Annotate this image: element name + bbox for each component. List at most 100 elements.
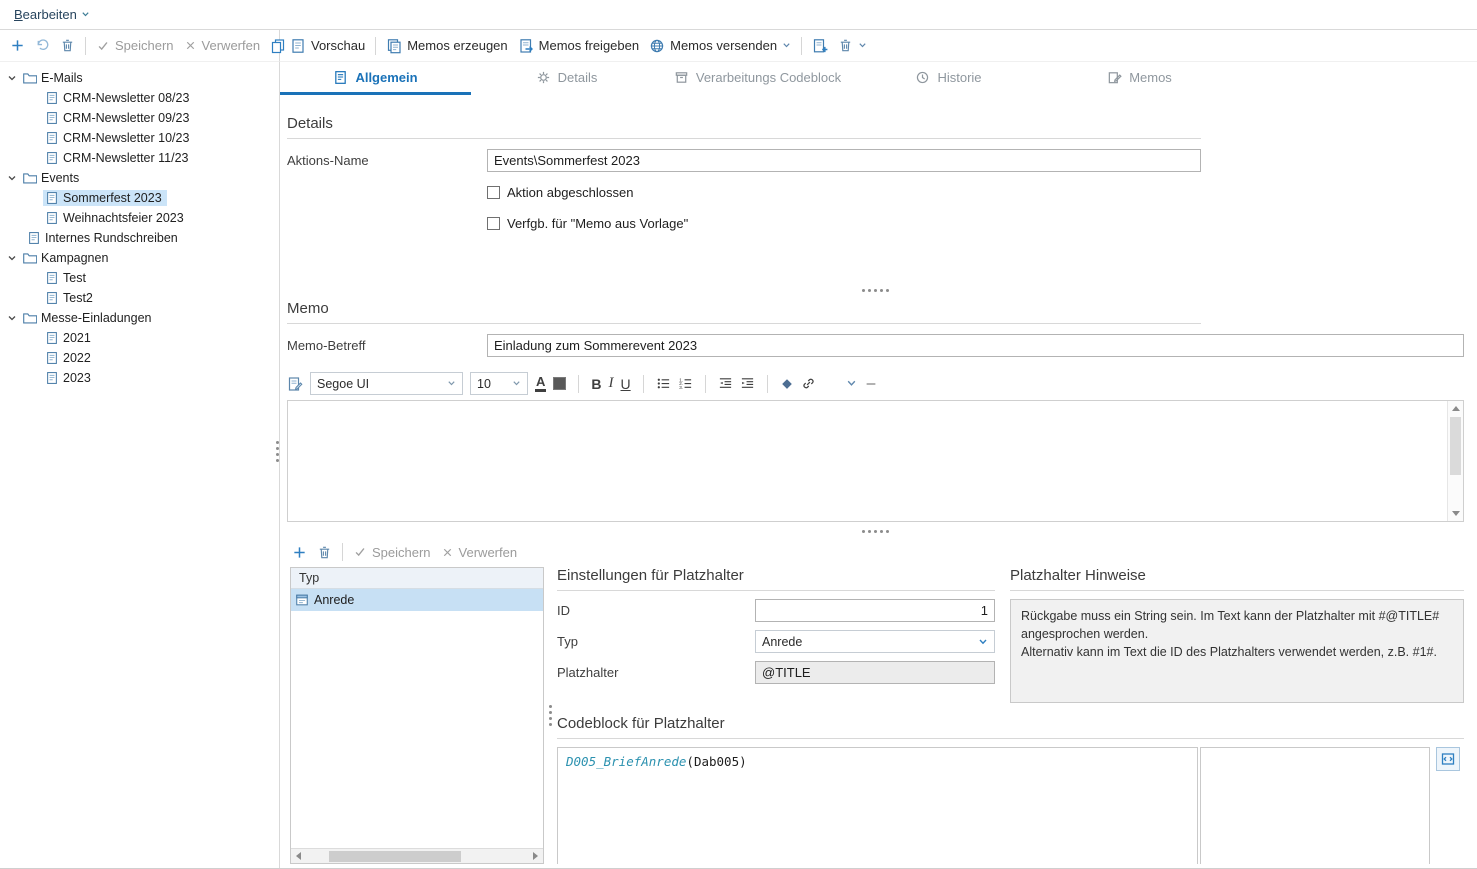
edit-mode-icon[interactable] (287, 376, 303, 392)
hints-text-box: Rückgabe muss ein String sein. Im Text k… (1010, 599, 1464, 703)
editor-scrollbar[interactable] (1447, 401, 1463, 521)
tree-item-test2[interactable]: Test2 (0, 288, 279, 308)
chevron-down-icon[interactable] (7, 73, 19, 83)
tree-item-kampagnen[interactable]: Kampagnen (0, 248, 279, 268)
memo-body-editor[interactable] (287, 400, 1464, 522)
discard-button[interactable]: Verwerfen (179, 35, 266, 56)
platzhalter-input[interactable] (755, 661, 995, 684)
section-divider (557, 738, 1464, 739)
memos-erzeugen-button[interactable]: Memos erzeugen (381, 35, 512, 57)
highlight-color-button[interactable] (553, 377, 566, 390)
more-options-chevron-icon[interactable] (846, 378, 857, 389)
memos-versenden-button[interactable]: Memos versenden (644, 35, 796, 57)
tree-item-sommerfest-2023-selected[interactable]: Sommerfest 2023 (0, 188, 279, 208)
tab-historie[interactable]: Historie (853, 62, 1044, 95)
placeholder-settings: Einstellungen für Platzhalter ID Typ Anr… (557, 567, 995, 703)
tree-item-messe-einladungen[interactable]: Messe-Einladungen (0, 308, 279, 328)
placeholder-hints: Platzhalter Hinweise Rückgabe muss ein S… (1010, 567, 1464, 703)
tree-item-2023[interactable]: 2023 (0, 368, 279, 388)
scroll-down-icon[interactable] (1448, 506, 1463, 521)
details-splitter-handle[interactable] (287, 289, 1464, 292)
tree-item-crm-newsletter-0923[interactable]: CRM-Newsletter 09/23 (0, 108, 279, 128)
aktion-abgeschlossen-checkbox[interactable] (487, 186, 500, 199)
tree-item-test[interactable]: Test (0, 268, 279, 288)
chevron-down-icon[interactable] (7, 313, 19, 323)
delete-button[interactable] (55, 35, 80, 56)
tree-item-2022[interactable]: 2022 (0, 348, 279, 368)
numbered-list-icon[interactable]: 1.2.3. (678, 376, 693, 391)
tab-memos[interactable]: Memos (1044, 62, 1235, 95)
scrollbar-thumb[interactable] (329, 851, 461, 862)
plus-icon (292, 545, 307, 560)
undo-button[interactable] (30, 35, 55, 56)
richtext-toolbar: Segoe UI 10 A B I U 1.2.3. (287, 371, 1464, 396)
placeholder-splitter-handle[interactable] (544, 567, 557, 864)
sidebar-splitter-handle[interactable] (276, 441, 279, 462)
check-icon (353, 545, 367, 559)
chevron-down-icon[interactable] (7, 253, 19, 263)
tree-item-events[interactable]: Events (0, 168, 279, 188)
tree-item-crm-newsletter-0823[interactable]: CRM-Newsletter 08/23 (0, 88, 279, 108)
add-button[interactable] (5, 35, 30, 56)
placeholder-list[interactable]: Typ Anrede (290, 567, 544, 864)
memo-betreff-input[interactable] (487, 334, 1464, 357)
plus-icon (10, 38, 25, 53)
tree-item-internes-rundschreiben[interactable]: Internes Rundschreiben (0, 228, 279, 248)
codeblock-side-pane[interactable] (1200, 747, 1430, 864)
close-icon (441, 546, 454, 559)
save-placeholder-button[interactable]: Speichern (348, 542, 436, 563)
tab-label: Allgemein (355, 70, 417, 85)
memos-freigeben-button[interactable]: Memos freigeben (513, 35, 644, 57)
toolbar-separator (342, 543, 343, 561)
codeblock-editor[interactable]: D005_BriefAnrede(Dab005) (557, 747, 1198, 864)
tree-item-crm-newsletter-1123[interactable]: CRM-Newsletter 11/23 (0, 148, 279, 168)
tree-item-crm-newsletter-1023[interactable]: CRM-Newsletter 10/23 (0, 128, 279, 148)
id-input[interactable] (755, 599, 995, 622)
font-color-button[interactable]: A (535, 375, 546, 393)
minimize-toolbar-icon[interactable] (864, 377, 878, 391)
link-icon[interactable] (801, 376, 816, 391)
italic-button[interactable]: I (609, 375, 614, 392)
scroll-left-icon[interactable] (291, 849, 306, 863)
memo-section-title: Memo (287, 300, 1464, 317)
hint-line: Alternativ kann im Text die ID des Platz… (1021, 643, 1453, 661)
tree-item-label: CRM-Newsletter 11/23 (63, 151, 189, 165)
tree-item-2021[interactable]: 2021 (0, 328, 279, 348)
tree-item-weihnachtsfeier-2023[interactable]: Weihnachtsfeier 2023 (0, 208, 279, 228)
aktions-name-input[interactable] (487, 149, 1201, 172)
tab-details[interactable]: Details (471, 62, 662, 95)
placeholder-detail-panel: Einstellungen für Platzhalter ID Typ Anr… (557, 567, 1464, 864)
delete-menu-button[interactable] (833, 35, 872, 56)
chevron-down-icon[interactable] (7, 173, 19, 183)
tree-item-emails[interactable]: E-Mails (0, 68, 279, 88)
memo-splitter-handle[interactable] (287, 530, 1464, 533)
font-size-select[interactable]: 10 (470, 372, 528, 395)
tab-verarbeitungs-codeblock[interactable]: Verarbeitungs Codeblock (662, 62, 853, 95)
add-document-button[interactable] (807, 35, 833, 57)
list-horizontal-scrollbar[interactable] (291, 848, 543, 863)
merge-field-icon[interactable] (780, 377, 794, 391)
tab-allgemein[interactable]: Allgemein (280, 62, 471, 95)
scroll-right-icon[interactable] (528, 849, 543, 863)
placeholder-row-anrede[interactable]: Anrede (291, 589, 543, 611)
general-document-icon (333, 70, 348, 85)
typ-select[interactable]: Anrede (755, 630, 995, 653)
save-button[interactable]: Speichern (91, 35, 179, 56)
bullet-list-icon[interactable] (656, 376, 671, 391)
application-window: Bearbeiten Speichern (0, 0, 1477, 869)
menu-bearbeiten[interactable]: Bearbeiten (8, 5, 96, 24)
discard-placeholder-button[interactable]: Verwerfen (436, 542, 523, 563)
add-placeholder-button[interactable] (287, 542, 312, 563)
outdent-icon[interactable] (718, 376, 733, 391)
vorschau-button[interactable]: Vorschau (285, 35, 370, 57)
placeholder-list-header[interactable]: Typ (291, 568, 543, 589)
bold-button[interactable]: B (591, 376, 601, 392)
scroll-up-icon[interactable] (1448, 401, 1463, 416)
scrollbar-thumb[interactable] (1450, 417, 1461, 475)
delete-placeholder-button[interactable] (312, 542, 337, 563)
underline-button[interactable]: U (621, 376, 631, 392)
indent-icon[interactable] (740, 376, 755, 391)
font-family-select[interactable]: Segoe UI (310, 372, 463, 395)
open-codeblock-editor-button[interactable] (1436, 747, 1460, 771)
memo-aus-vorlage-checkbox[interactable] (487, 217, 500, 230)
